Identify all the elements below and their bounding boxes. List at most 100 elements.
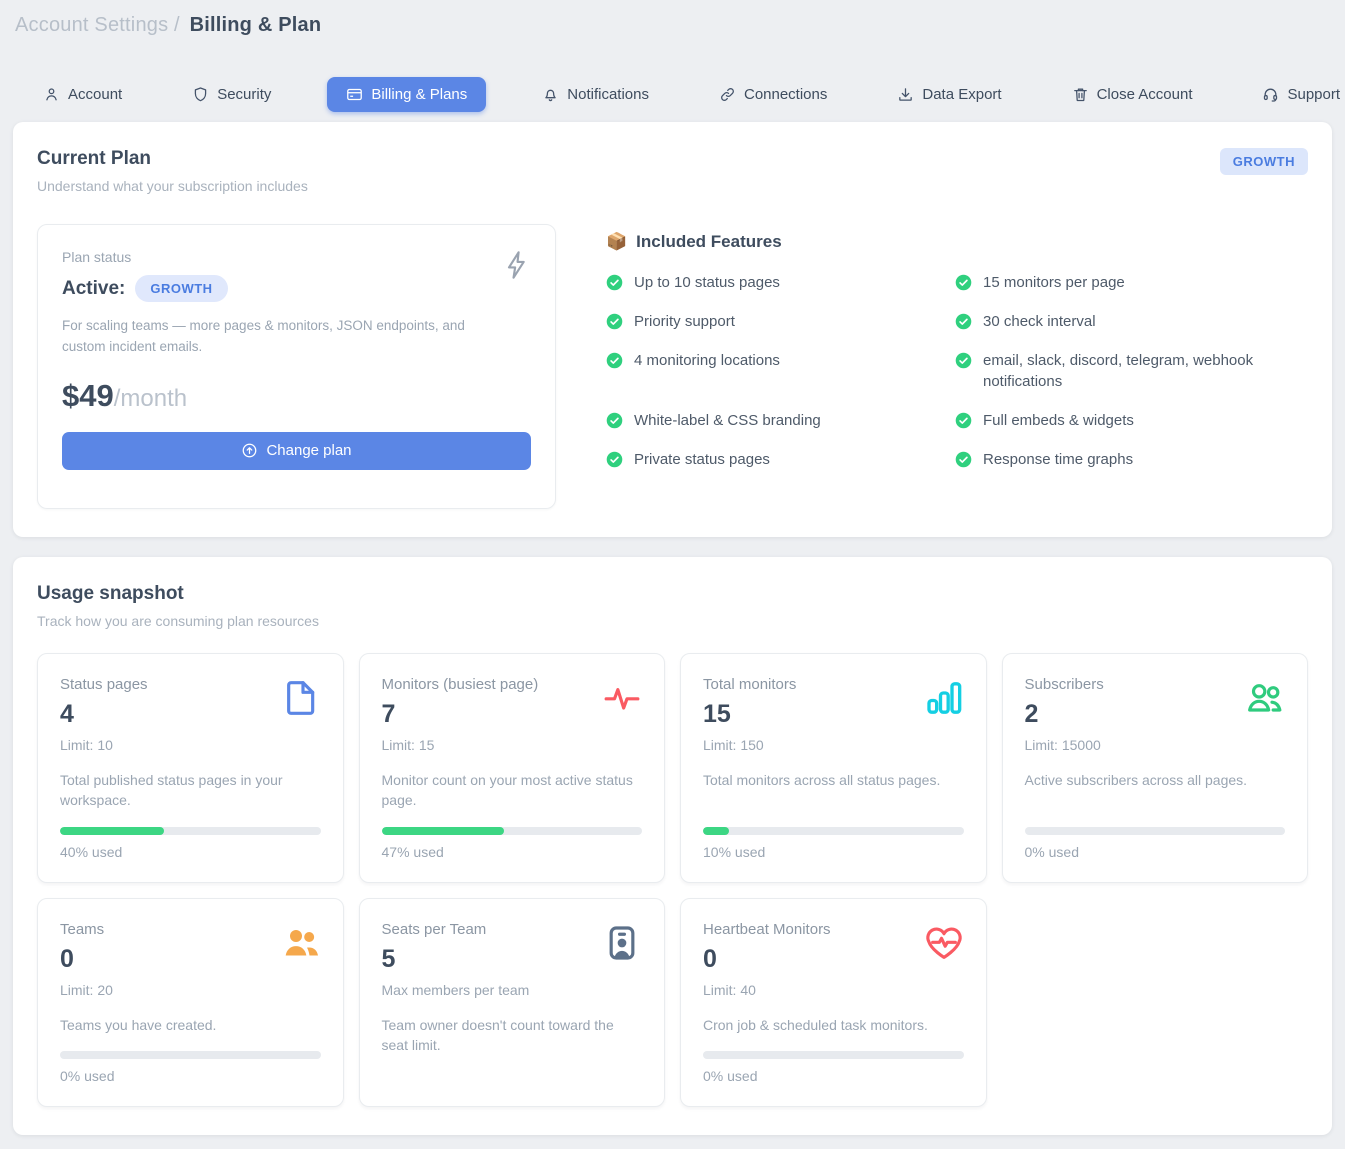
feature-label: Full embeds & widgets [983,410,1134,432]
tab-support[interactable]: Support [1248,77,1345,112]
check-circle-icon [606,274,623,291]
usage-card-label: Heartbeat Monitors [703,921,831,938]
feature-label: Response time graphs [983,449,1133,471]
breadcrumb-section[interactable]: Account Settings / [15,14,180,36]
usage-card-description: Teams you have created. [60,1015,321,1035]
tab-label: Security [217,86,271,103]
feature-label: email, slack, discord, telegram, webhook… [983,350,1275,394]
usage-used-label: 47% used [382,844,643,860]
feature-item: 15 monitors per page [955,272,1275,294]
feature-item: 4 monitoring locations [606,350,926,394]
progress-track [703,1051,964,1059]
usage-card-value: 7 [382,700,539,729]
people-filled-icon [281,923,321,963]
usage-progress: 0% used [60,1035,321,1084]
check-circle-icon [606,313,623,330]
tab-connections[interactable]: Connections [705,77,841,112]
tab-billing-plans[interactable]: Billing & Plans [327,77,486,112]
check-circle-icon [955,412,972,429]
tab-account[interactable]: Account [29,77,136,112]
plan-status-card: Plan status Active: GROWTH For scaling t… [37,224,556,509]
features-title: Included Features [636,232,781,252]
usage-card-limit: Limit: 15000 [1025,737,1104,753]
usage-title: Usage snapshot [37,583,319,605]
feature-label: Private status pages [634,449,770,471]
feature-item: 30 check interval [955,311,1275,333]
feature-item: Private status pages [606,449,926,471]
usage-card-monitors-busiest-page: Monitors (busiest page) 7 Limit: 15 Moni… [359,653,666,883]
tab-notifications[interactable]: Notifications [528,77,663,112]
feature-label: 15 monitors per page [983,272,1125,294]
progress-track [703,827,964,835]
usage-card-value: 0 [703,945,831,974]
usage-card-value: 4 [60,700,148,729]
pulse-icon [602,678,642,718]
usage-card-limit: Limit: 150 [703,737,796,753]
feature-item: Up to 10 status pages [606,272,926,294]
current-plan-subtitle: Understand what your subscription includ… [37,178,308,194]
usage-used-label: 0% used [60,1068,321,1084]
feature-label: White-label & CSS branding [634,410,821,432]
usage-card-value: 0 [60,945,113,974]
usage-grid: Status pages 4 Limit: 10 Total published… [37,653,1308,1107]
usage-card-value: 15 [703,700,796,729]
tabs: Account Security Billing & Plans Notific… [29,77,1332,112]
plan-status-label: Plan status [62,249,531,265]
included-features: 📦 Included Features Up to 10 status page… [606,224,1308,509]
usage-progress: 0% used [1025,811,1286,860]
bar-chart-icon [924,678,964,718]
people-outline-icon [1245,678,1285,718]
usage-card-subscribers: Subscribers 2 Limit: 15000 Active subscr… [1002,653,1309,883]
feature-label: Up to 10 status pages [634,272,780,294]
current-plan-title: Current Plan [37,148,308,170]
tab-data-export[interactable]: Data Export [883,77,1015,112]
document-icon [281,678,321,718]
usage-card-label: Monitors (busiest page) [382,676,539,693]
usage-card-description: Monitor count on your most active status… [382,770,643,811]
feature-label: 30 check interval [983,311,1096,333]
tab-close-account[interactable]: Close Account [1058,77,1207,112]
package-icon: 📦 [606,232,627,252]
feature-item: Priority support [606,311,926,333]
usage-card-limit: Limit: 15 [382,737,539,753]
usage-card-status-pages: Status pages 4 Limit: 10 Total published… [37,653,344,883]
tab-label: Connections [744,86,827,103]
check-circle-icon [606,352,623,369]
usage-progress: 47% used [382,811,643,860]
credit-card-icon [346,86,363,103]
tab-label: Billing & Plans [371,86,467,103]
heart-pulse-icon [924,923,964,963]
usage-card-label: Teams [60,921,113,938]
feature-item: White-label & CSS branding [606,410,926,432]
progress-track [1025,827,1286,835]
price-amount: $49 [62,378,114,413]
headset-icon [1262,86,1279,103]
usage-card-seats-per-team: Seats per Team 5 Max members per team Te… [359,898,666,1107]
usage-card-description: Cron job & scheduled task monitors. [703,1015,964,1035]
plan-price: $49/month [62,378,531,414]
usage-card-total-monitors: Total monitors 15 Limit: 150 Total monit… [680,653,987,883]
arrow-up-circle-icon [241,442,258,459]
check-circle-icon [955,313,972,330]
feature-label: 4 monitoring locations [634,350,780,372]
usage-progress: 10% used [703,811,964,860]
usage-used-label: 0% used [1025,844,1286,860]
check-circle-icon [606,451,623,468]
check-circle-icon [955,274,972,291]
tab-label: Notifications [567,86,649,103]
check-circle-icon [955,352,972,369]
tab-label: Support [1287,86,1340,103]
progress-fill [703,827,729,835]
download-icon [897,86,914,103]
tab-security[interactable]: Security [178,77,285,112]
usage-card-description: Team owner doesn't count toward the seat… [382,1015,643,1056]
usage-progress: 0% used [703,1035,964,1084]
usage-snapshot-section: Usage snapshot Track how you are consumi… [13,557,1332,1135]
usage-card-teams: Teams 0 Limit: 20 Teams you have created… [37,898,344,1107]
change-plan-button[interactable]: Change plan [62,432,531,470]
usage-card-label: Subscribers [1025,676,1104,693]
usage-progress: 40% used [60,811,321,860]
usage-card-value: 2 [1025,700,1104,729]
badge-icon [602,923,642,963]
plan-active-badge: GROWTH [135,275,227,302]
